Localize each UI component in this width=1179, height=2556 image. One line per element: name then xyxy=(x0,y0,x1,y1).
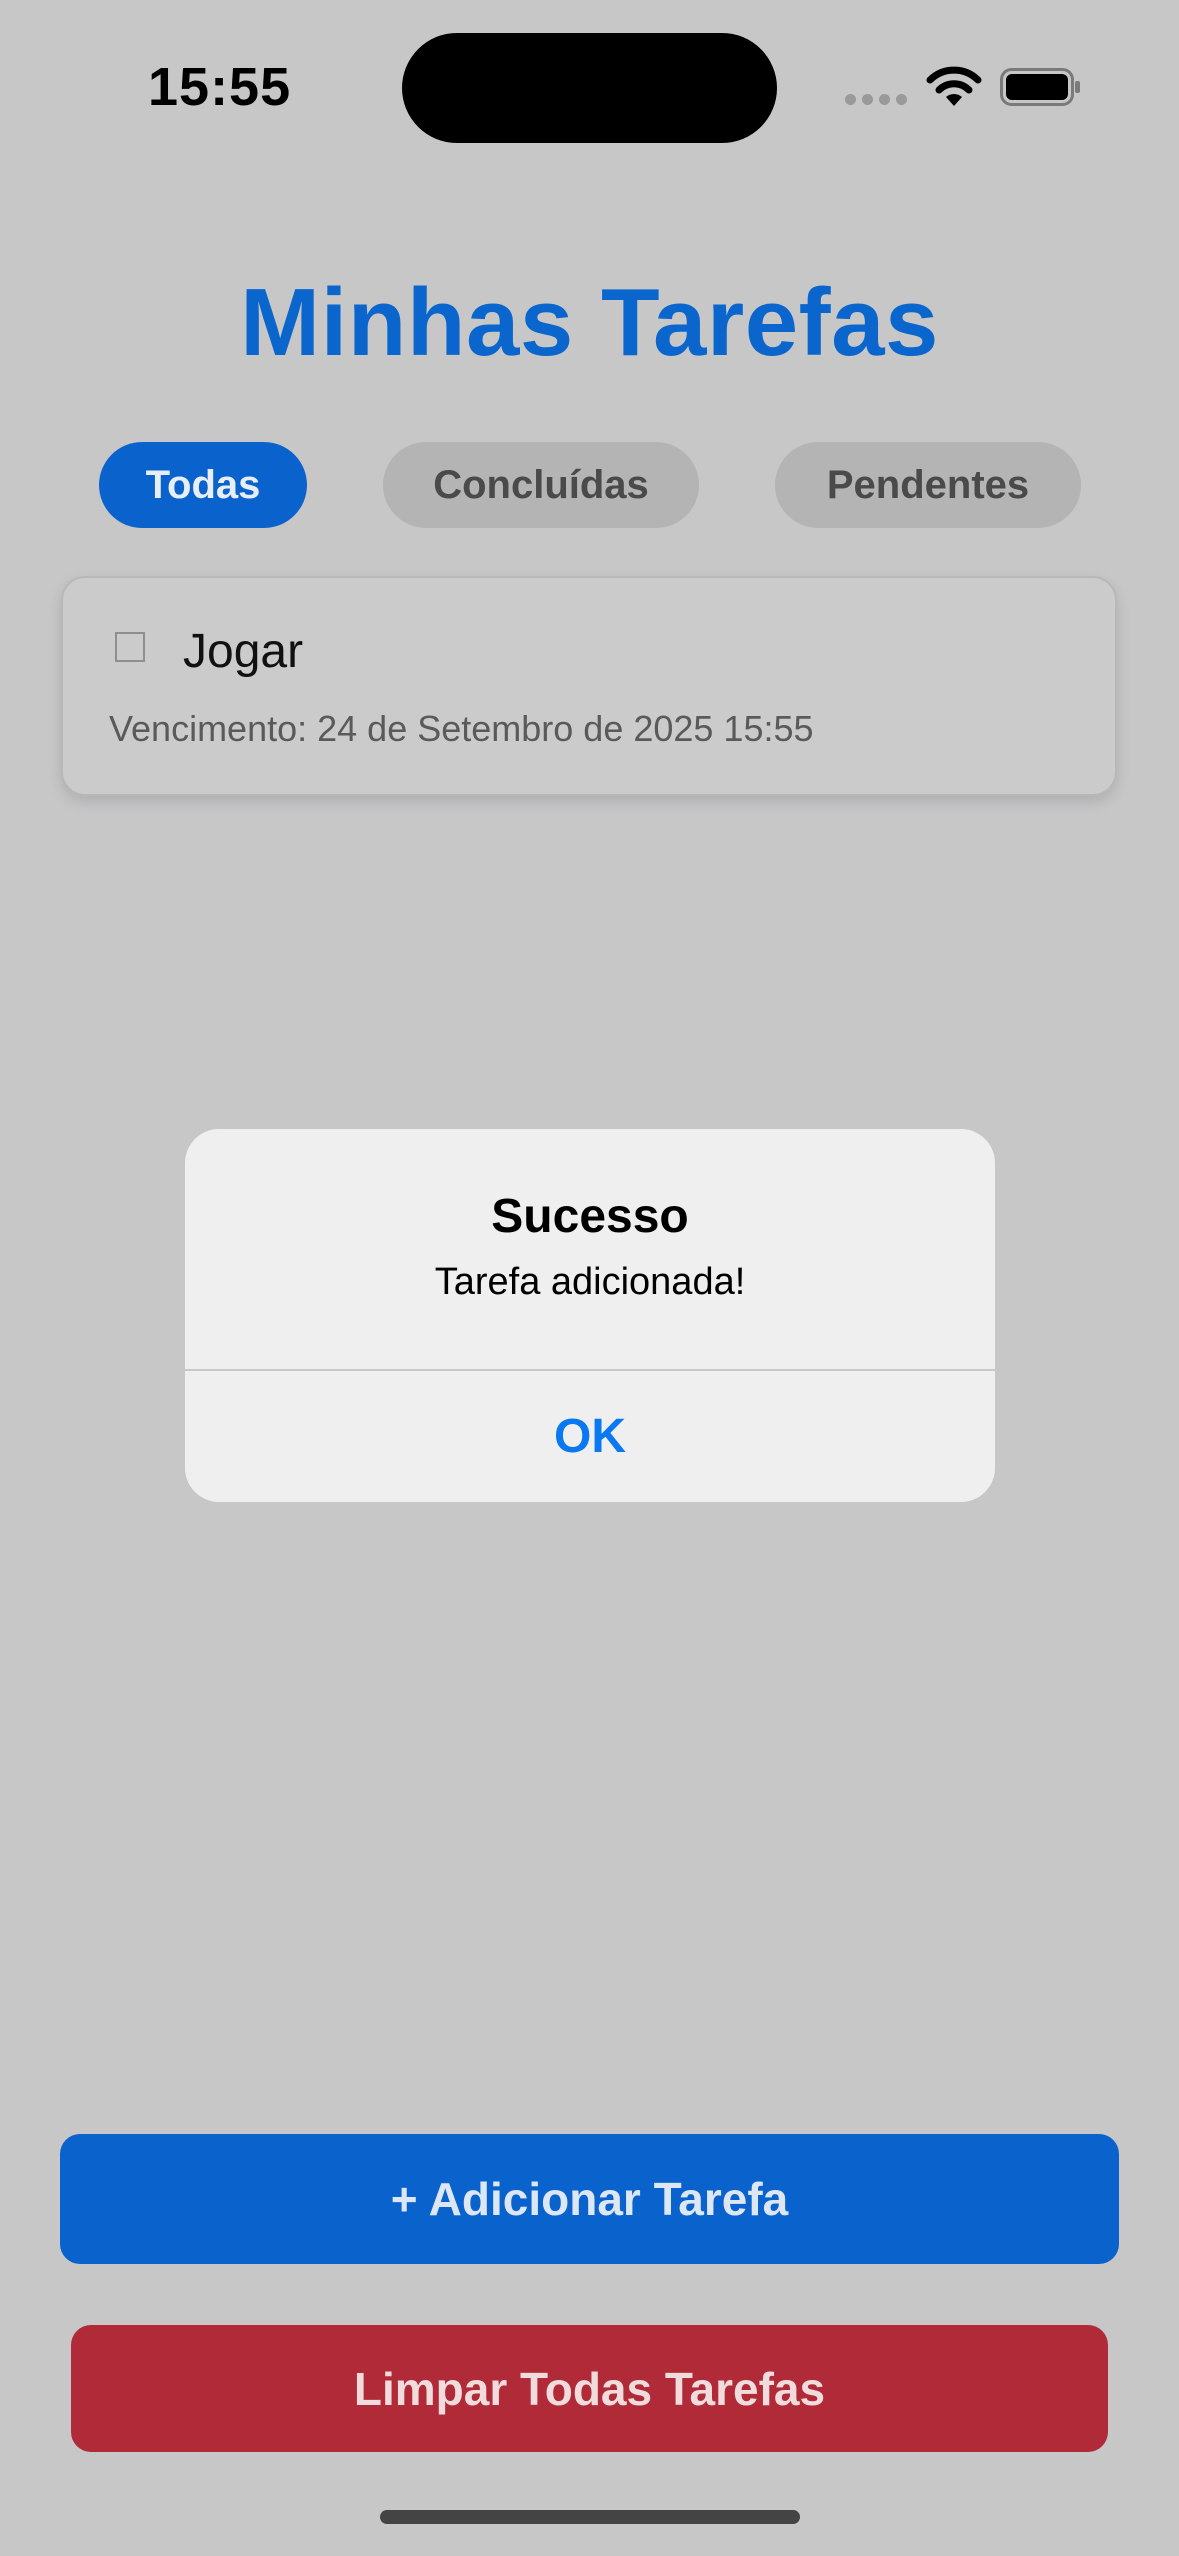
cellular-signal-icon xyxy=(845,94,907,106)
task-due-date: Vencimento: 24 de Setembro de 2025 15:55 xyxy=(109,708,814,749)
home-indicator[interactable] xyxy=(380,2510,800,2524)
alert-message: Tarefa adicionada! xyxy=(434,1261,746,1303)
alert-ok-button[interactable]: OK xyxy=(185,1371,995,1502)
status-icons xyxy=(845,64,1085,110)
tab-pending[interactable]: Pendentes xyxy=(775,442,1081,528)
wifi-icon xyxy=(926,66,982,106)
dynamic-island xyxy=(402,33,777,143)
add-task-button[interactable]: + Adicionar Tarefa xyxy=(60,2134,1119,2264)
tab-completed[interactable]: Concluídas xyxy=(383,442,699,528)
tab-all[interactable]: Todas xyxy=(99,442,307,528)
task-item[interactable]: Jogar Vencimento: 24 de Setembro de 2025… xyxy=(61,576,1117,796)
battery-icon xyxy=(1000,68,1080,106)
page-title: Minhas Tarefas xyxy=(240,269,939,376)
task-checkbox[interactable] xyxy=(115,632,145,662)
success-alert: Sucesso Tarefa adicionada! OK xyxy=(185,1129,995,1502)
alert-title: Sucesso xyxy=(491,1190,689,1243)
task-title: Jogar xyxy=(183,625,304,678)
clear-all-tasks-button[interactable]: Limpar Todas Tarefas xyxy=(71,2325,1108,2452)
status-bar-time: 15:55 xyxy=(148,57,292,117)
